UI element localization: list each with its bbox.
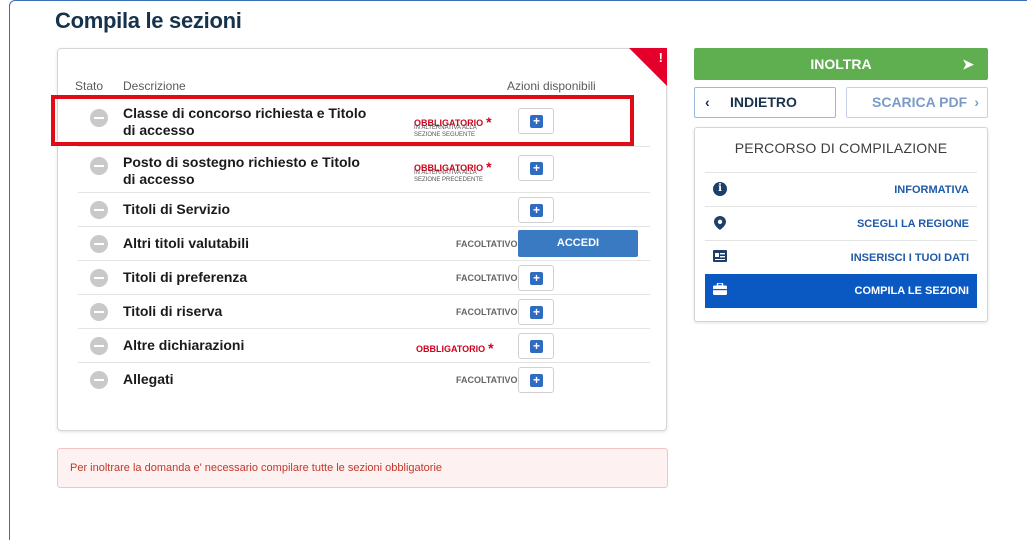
sections-card: ! Stato Descrizione Azioni disponibili C… bbox=[57, 48, 667, 431]
status-pending-icon bbox=[90, 269, 108, 287]
compilation-path-card: PERCORSO DI COMPILAZIONE i INFORMATIVA S… bbox=[694, 127, 988, 322]
column-header-actions: Azioni disponibili bbox=[507, 79, 596, 93]
path-item-label: SCEGLI LA REGIONE bbox=[856, 218, 969, 230]
plus-icon: + bbox=[530, 204, 543, 217]
status-pending-icon bbox=[90, 371, 108, 389]
download-pdf-button[interactable]: SCARICA PDF › bbox=[846, 87, 988, 118]
briefcase-icon bbox=[713, 282, 727, 297]
optional-tag: FACOLTATIVO bbox=[456, 239, 518, 249]
chevron-right-icon: › bbox=[974, 94, 979, 110]
table-row: Titoli di riserva FACOLTATIVO + bbox=[78, 295, 650, 329]
error-alert: Per inoltrare la domanda e' necessario c… bbox=[57, 448, 668, 488]
path-item-label: COMPILA LE SEZIONI bbox=[854, 285, 970, 297]
row-label: Altri titoli valutabili bbox=[123, 235, 250, 251]
row-label: Titoli di preferenza bbox=[123, 269, 248, 285]
table-row: Titoli di Servizio + bbox=[78, 193, 650, 227]
mandatory-star-icon: * bbox=[488, 340, 494, 356]
send-button[interactable]: INOLTRA ➤ bbox=[694, 48, 988, 80]
optional-tag: FACOLTATIVO bbox=[456, 273, 518, 283]
warning-icon: ! bbox=[658, 50, 663, 65]
open-section-button[interactable]: + bbox=[518, 367, 554, 393]
map-pin-icon bbox=[713, 216, 727, 230]
open-section-button[interactable]: + bbox=[518, 108, 554, 134]
table-row: Allegati FACOLTATIVO + bbox=[78, 363, 650, 397]
status-pending-icon bbox=[90, 337, 108, 355]
row-label: Titoli di Servizio bbox=[123, 201, 231, 217]
column-header-description: Descrizione bbox=[123, 79, 186, 93]
column-header-status: Stato bbox=[75, 79, 104, 93]
pdf-label: SCARICA PDF bbox=[872, 94, 968, 110]
table-row: Classe di concorso richiesta e Titolo di… bbox=[78, 97, 650, 147]
path-item-informativa[interactable]: i INFORMATIVA bbox=[705, 172, 977, 206]
back-label: INDIETRO bbox=[730, 94, 797, 110]
paper-plane-icon: ➤ bbox=[962, 56, 974, 72]
row-label: Allegati bbox=[123, 371, 174, 387]
row-note: IN ALTERNATIVA ALLA SEZIONE SEGUENTE bbox=[414, 125, 477, 138]
open-section-button[interactable]: + bbox=[518, 155, 554, 181]
row-note: IN ALTERNATIVA ALLA SEZIONE PRECEDENTE bbox=[414, 170, 484, 183]
info-icon: i bbox=[713, 182, 727, 196]
mandatory-tag-text: OBBLIGATORIO bbox=[416, 344, 486, 354]
optional-tag: FACOLTATIVO bbox=[456, 307, 518, 317]
plus-icon: + bbox=[530, 374, 543, 387]
plus-icon: + bbox=[530, 272, 543, 285]
plus-icon: + bbox=[530, 306, 543, 319]
open-section-button[interactable]: + bbox=[518, 333, 554, 359]
accedi-button[interactable]: ACCEDI bbox=[518, 230, 638, 257]
optional-tag: FACOLTATIVO bbox=[456, 375, 518, 385]
page-title: Compila le sezioni bbox=[55, 8, 242, 33]
id-card-icon bbox=[713, 250, 727, 264]
path-item-label: INFORMATIVA bbox=[894, 184, 969, 196]
status-pending-icon bbox=[90, 201, 108, 219]
open-section-button[interactable]: + bbox=[518, 197, 554, 223]
chevron-left-icon: ‹ bbox=[705, 94, 710, 110]
plus-icon: + bbox=[530, 162, 543, 175]
table-row: Altre dichiarazioni OBBLIGATORIO * + bbox=[78, 329, 650, 363]
path-title: PERCORSO DI COMPILAZIONE bbox=[734, 140, 948, 156]
path-item-label: INSERISCI I TUOI DATI bbox=[850, 252, 969, 264]
open-section-button[interactable]: + bbox=[518, 299, 554, 325]
status-pending-icon bbox=[90, 157, 108, 175]
table-row: Altri titoli valutabili FACOLTATIVO ACCE… bbox=[78, 227, 650, 261]
path-item-dati[interactable]: INSERISCI I TUOI DATI bbox=[705, 240, 977, 274]
mandatory-tag: OBBLIGATORIO * bbox=[416, 339, 494, 356]
back-button[interactable]: ‹ INDIETRO bbox=[694, 87, 836, 118]
table-row: Titoli di preferenza FACOLTATIVO + bbox=[78, 261, 650, 295]
plus-icon: + bbox=[530, 115, 543, 128]
status-pending-icon bbox=[90, 303, 108, 321]
table-row: Posto di sostegno richiesto e Titolo di … bbox=[78, 147, 650, 193]
path-item-regione[interactable]: SCEGLI LA REGIONE bbox=[705, 206, 977, 240]
path-item-sezioni[interactable]: COMPILA LE SEZIONI bbox=[705, 274, 977, 308]
row-label: Altre dichiarazioni bbox=[123, 337, 245, 353]
row-label: Titoli di riserva bbox=[123, 303, 223, 319]
status-pending-icon bbox=[90, 235, 108, 253]
plus-icon: + bbox=[530, 340, 543, 353]
row-label: Classe di concorso richiesta e Titolo di… bbox=[123, 105, 367, 138]
open-section-button[interactable]: + bbox=[518, 265, 554, 291]
row-label: Posto di sostegno richiesto e Titolo di … bbox=[123, 154, 360, 187]
status-pending-icon bbox=[90, 109, 108, 127]
send-label: INOLTRA bbox=[810, 56, 872, 72]
